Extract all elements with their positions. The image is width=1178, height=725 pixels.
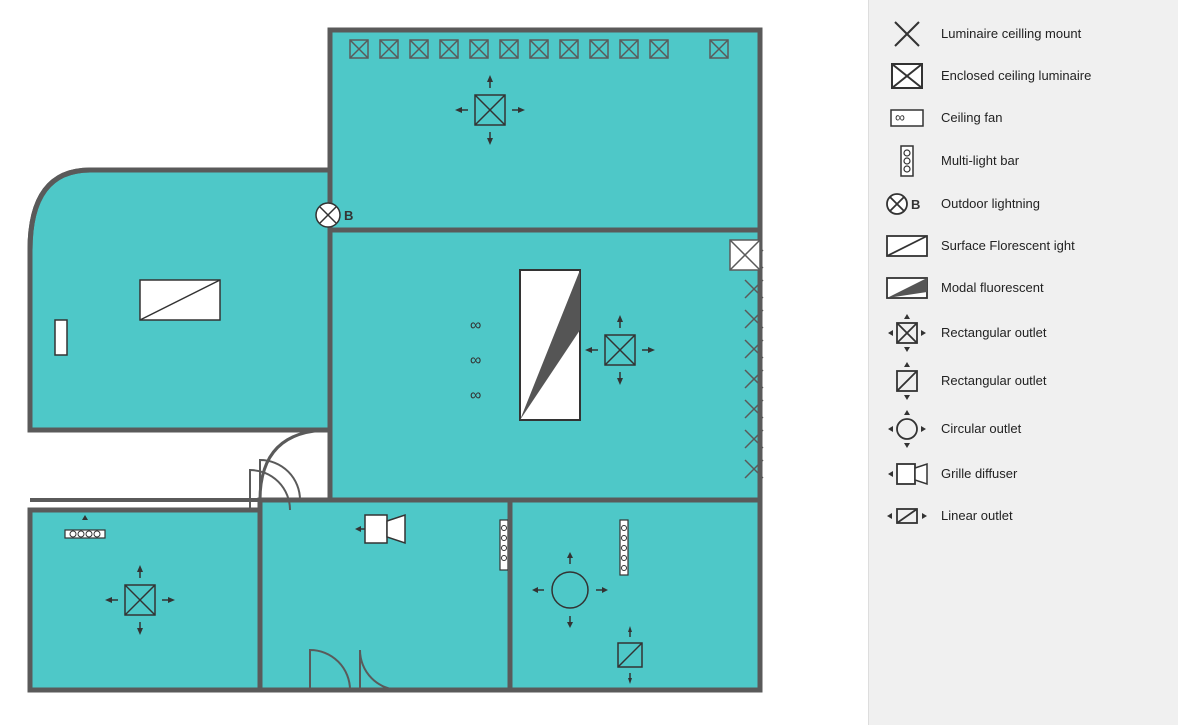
circular-outlet-label: Circular outlet [941,421,1021,438]
ceiling-fan-label: Ceiling fan [941,110,1002,127]
svg-text:B: B [344,208,353,223]
rectangular-outlet-2-label: Rectangular outlet [941,373,1047,390]
modal-fluorescent-label: Modal fluorescent [941,280,1044,297]
grille-diffuser-icon [885,458,929,490]
legend-item-circular-outlet: Circular outlet [885,410,1162,448]
svg-text:∞: ∞ [470,352,481,369]
legend-item-modal-fluorescent: Modal fluorescent [885,272,1162,304]
legend-item-ceiling-fan: ∞ Ceiling fan [885,102,1162,134]
legend-item-linear-outlet: Linear outlet [885,500,1162,532]
legend-item-enclosed-ceiling-luminaire: Enclosed ceiling luminaire [885,60,1162,92]
luminaire-ceiling-mount-label: Luminaire ceilling mount [941,26,1081,43]
modal-fluorescent-icon [885,274,929,302]
legend-item-outdoor-lightning: B Outdoor lightning [885,188,1162,220]
legend-panel: Luminaire ceilling mount Enclosed ceilin… [868,0,1178,725]
legend-item-rectangular-outlet-2: Rectangular outlet [885,362,1162,400]
linear-outlet-label: Linear outlet [941,508,1013,525]
legend-item-surface-florescent: Surface Florescent ight [885,230,1162,262]
enclosed-ceiling-luminaire-label: Enclosed ceiling luminaire [941,68,1091,85]
legend-item-rectangular-outlet-1: Rectangular outlet [885,314,1162,352]
multi-light-bar-icon [885,144,929,178]
linear-outlet-icon [885,501,929,531]
floor-plan: .room-fill { fill: #4ec8c8; stroke: #5a5… [0,0,868,725]
multi-light-bar-label: Multi-light bar [941,153,1019,170]
svg-text:∞: ∞ [470,317,481,334]
legend-item-multi-light-bar: Multi-light bar [885,144,1162,178]
enclosed-ceiling-luminaire-icon [885,61,929,91]
rectangular-outlet-1-label: Rectangular outlet [941,325,1047,342]
circular-outlet-icon [885,410,929,448]
outdoor-lightning-icon: B [885,190,929,218]
legend-item-grille-diffuser: Grille diffuser [885,458,1162,490]
rectangular-outlet-2-icon [885,362,929,400]
rectangular-outlet-1-icon [885,314,929,352]
ceiling-fan-icon: ∞ [885,106,929,130]
svg-text:B: B [911,197,920,212]
svg-text:∞: ∞ [895,109,905,125]
luminaire-ceiling-mount-icon [885,19,929,49]
grille-diffuser-label: Grille diffuser [941,466,1017,483]
legend-item-luminaire-ceiling-mount: Luminaire ceilling mount [885,18,1162,50]
svg-text:∞: ∞ [470,387,481,404]
surface-florescent-label: Surface Florescent ight [941,238,1075,255]
surface-florescent-icon [885,232,929,260]
outdoor-lightning-label: Outdoor lightning [941,196,1040,213]
